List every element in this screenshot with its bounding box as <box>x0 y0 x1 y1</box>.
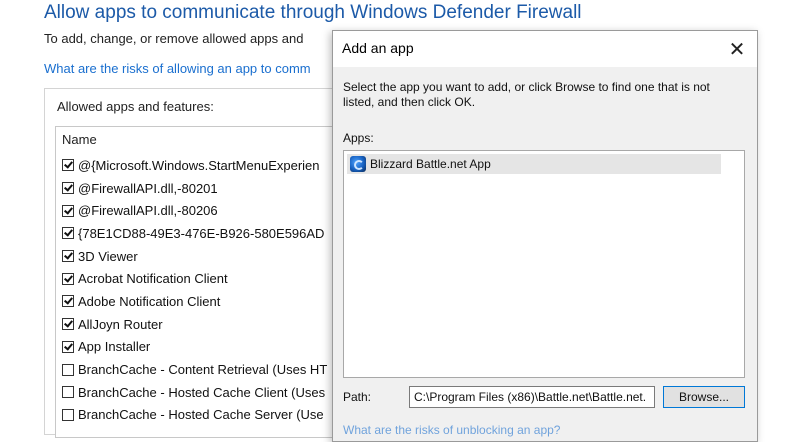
apps-label: Apps: <box>343 131 374 145</box>
checkbox[interactable] <box>62 363 74 376</box>
apps-list[interactable]: Blizzard Battle.net App <box>343 150 745 378</box>
list-item-label: @{Microsoft.Windows.StartMenuExperien <box>78 157 320 173</box>
checkbox[interactable] <box>62 408 74 421</box>
app-item-label: Blizzard Battle.net App <box>370 157 491 171</box>
list-item[interactable]: {78E1CD88-49E3-476E-B926-580E596AD <box>62 222 327 245</box>
list-item[interactable]: BranchCache - Hosted Cache Client (Uses <box>62 381 327 404</box>
list-item-label: BranchCache - Hosted Cache Server (Use <box>78 407 324 423</box>
list-item[interactable]: BranchCache - Hosted Cache Server (Use <box>62 404 327 427</box>
list-item-label: AllJoyn Router <box>78 316 163 332</box>
list-item-label: BranchCache - Hosted Cache Client (Uses <box>78 384 326 400</box>
list-item[interactable]: Blizzard Battle.net App <box>347 154 721 174</box>
list-item-label: Acrobat Notification Client <box>78 271 228 287</box>
checkbox[interactable] <box>62 250 74 263</box>
dialog-title: Add an app <box>342 40 414 56</box>
list-item-label: @FirewallAPI.dll,-80206 <box>78 203 218 219</box>
checkbox[interactable] <box>62 318 74 331</box>
add-app-dialog: Add an app ✕ Select the app you want to … <box>332 30 758 442</box>
list-item-label: 3D Viewer <box>78 248 138 264</box>
risks-link[interactable]: What are the risks of allowing an app to… <box>44 61 311 76</box>
checkbox[interactable] <box>62 159 74 172</box>
unblock-risks-link[interactable]: What are the risks of unblocking an app? <box>343 423 560 437</box>
list-item[interactable]: @FirewallAPI.dll,-80201 <box>62 177 327 200</box>
checkbox[interactable] <box>62 204 74 217</box>
page-title: Allow apps to communicate through Window… <box>44 2 582 23</box>
path-input[interactable] <box>409 386 655 408</box>
battlenet-icon <box>350 156 366 172</box>
page-description: To add, change, or remove allowed apps a… <box>44 31 304 46</box>
list-item-label: {78E1CD88-49E3-476E-B926-580E596AD <box>78 225 325 241</box>
checkbox[interactable] <box>62 227 74 240</box>
allowed-apps-label: Allowed apps and features: <box>57 99 214 114</box>
dialog-titlebar[interactable]: Add an app ✕ <box>333 31 757 67</box>
dialog-instruction: Select the app you want to add, or click… <box>343 80 710 109</box>
list-item[interactable]: Acrobat Notification Client <box>62 267 327 290</box>
checkbox[interactable] <box>62 386 74 399</box>
browse-button[interactable]: Browse... <box>663 386 745 408</box>
close-icon: ✕ <box>728 38 746 61</box>
column-header-name[interactable]: Name <box>62 132 97 147</box>
list-item-label: BranchCache - Content Retrieval (Uses HT <box>78 362 328 378</box>
list-item[interactable]: AllJoyn Router <box>62 313 327 336</box>
list-item[interactable]: @FirewallAPI.dll,-80206 <box>62 199 327 222</box>
list-item-label: App Installer <box>78 339 151 355</box>
list-item-label: @FirewallAPI.dll,-80201 <box>78 180 218 196</box>
allowed-apps-rows: @{Microsoft.Windows.StartMenuExperien @F… <box>62 154 327 426</box>
list-item[interactable]: App Installer <box>62 336 327 359</box>
path-label: Path: <box>343 390 372 404</box>
allowed-apps-list[interactable]: Name @{Microsoft.Windows.StartMenuExperi… <box>55 126 347 438</box>
list-item[interactable]: BranchCache - Content Retrieval (Uses HT <box>62 358 327 381</box>
list-item[interactable]: 3D Viewer <box>62 245 327 268</box>
list-item[interactable]: @{Microsoft.Windows.StartMenuExperien <box>62 154 327 177</box>
checkbox[interactable] <box>62 272 74 285</box>
checkbox[interactable] <box>62 295 74 308</box>
checkbox[interactable] <box>62 340 74 353</box>
list-item[interactable]: Adobe Notification Client <box>62 290 327 313</box>
checkbox[interactable] <box>62 182 74 195</box>
list-item-label: Adobe Notification Client <box>78 293 221 309</box>
close-button[interactable]: ✕ <box>723 35 751 63</box>
